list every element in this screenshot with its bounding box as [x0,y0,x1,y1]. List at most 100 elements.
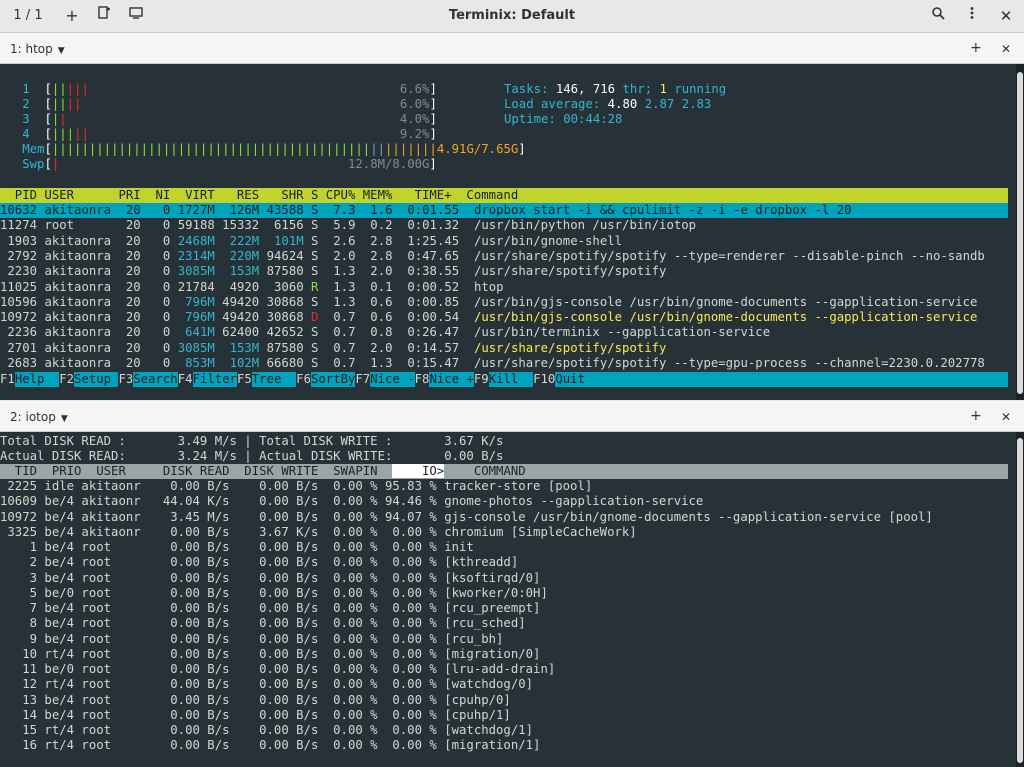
process-row[interactable]: 2701 akitaonra 20 0 3085M 153M 87580 S 0… [0,341,1008,356]
fkey-label[interactable]: Kill [488,372,534,387]
iotop-row[interactable]: 13 be/4 root 0.00 B/s 0.00 B/s 0.00 % 0.… [0,693,511,708]
fkey-label[interactable]: SortBy [310,372,356,387]
process-res: 49420 [222,310,260,325]
process-cpu: 1.3 [325,294,356,309]
fkey-f10[interactable]: F10 [533,372,555,387]
iotop-sort-column[interactable]: IO> [392,464,445,478]
process-pri: 20 [118,203,141,217]
scrollbar-thumb[interactable] [1017,72,1023,394]
process-shr: 66680 [266,356,304,370]
process-pri: 20 [118,356,141,370]
fkey-label[interactable]: Nice - [370,372,415,387]
cpu-meter-4: 4 [||||| 9.2%] [22,127,437,141]
iotop-row[interactable]: 10 rt/4 root 0.00 B/s 0.00 B/s 0.00 % 0.… [0,647,540,662]
pane-close-button[interactable]: ✕ [1001,410,1011,424]
process-virt: 1727M [177,203,215,217]
add-session-button[interactable]: + [62,6,82,26]
process-res: 49420 [222,294,260,309]
cpu-id: 1 [22,82,30,96]
process-cmd: /usr/share/spotify/spotify [473,264,667,279]
process-row[interactable]: 10596 akitaonra 20 0 796M 49420 30868 S … [0,295,1008,310]
fkey-f2[interactable]: F2 [59,372,74,387]
process-row[interactable]: 11025 akitaonra 20 0 21784 4920 3060 R 1… [0,280,1008,295]
iotop-table-header[interactable]: TID PRIO USER DISK READ DISK WRITE SWAPI… [0,464,1008,479]
pane-title-iotop[interactable]: 2: iotop ▼ [10,410,68,424]
sidebar-button[interactable] [126,6,146,26]
process-pri: 20 [118,294,141,309]
iotop-row[interactable]: 7 be/4 root 0.00 B/s 0.00 B/s 0.00 % 0.0… [0,601,541,616]
fkey-f1[interactable]: F1 [0,372,15,387]
iotop-row[interactable]: 14 be/4 root 0.00 B/s 0.00 B/s 0.00 % 0.… [0,708,511,723]
process-cmd: dropbox start -i && cpulimit -z -i -e dr… [473,203,852,217]
iotop-row[interactable]: 9 be/4 root 0.00 B/s 0.00 B/s 0.00 % 0.0… [0,632,504,647]
fkey-label[interactable]: Setup [74,372,119,387]
search-button[interactable] [928,6,948,26]
process-cmd: /usr/bin/gjs-console /usr/bin/gnome-docu… [473,294,978,309]
fkey-f7[interactable]: F7 [355,372,370,387]
close-window-button[interactable]: ✕ [996,6,1016,26]
iotop-row[interactable]: 10972 be/4 akitaonr 3.45 M/s 0.00 B/s 0.… [0,510,933,525]
process-row[interactable]: 2236 akitaonra 20 0 641M 62400 42652 S 0… [0,325,1008,340]
process-pid: 2236 [0,325,38,340]
fkey-f3[interactable]: F3 [118,372,133,387]
scrollbar-thumb[interactable] [1017,438,1023,763]
process-res: 153M [222,264,260,279]
menu-button[interactable] [962,6,982,26]
iotop-row[interactable]: 3325 be/4 akitaonr 0.00 B/s 3.67 K/s 0.0… [0,525,636,540]
process-row[interactable]: 2683 akitaonra 20 0 853M 102M 66680 S 0.… [0,356,1008,371]
process-row[interactable]: 10632 akitaonra 20 0 1727M 126M 43588 S … [0,203,1008,218]
pane-maximize-button[interactable]: + [970,40,982,56]
process-table-header[interactable]: PID USER PRI NI VIRT RES SHR S CPU% MEM%… [0,188,1008,203]
process-ni: 0 [148,203,171,217]
split-button[interactable] [94,6,114,26]
pane-close-button[interactable]: ✕ [1001,42,1011,56]
process-virt: 59188 [177,218,215,233]
tasks-summary: Tasks: 146, 716 thr; 1 running [504,82,727,96]
process-shr: 3060 [266,279,304,294]
fkey-label[interactable]: Search [133,372,178,387]
iotop-row[interactable]: 11 be/0 root 0.00 B/s 0.00 B/s 0.00 % 0.… [0,662,555,677]
iotop-row[interactable]: 1 be/4 root 0.00 B/s 0.00 B/s 0.00 % 0.0… [0,540,474,555]
scrollbar-iotop[interactable] [1016,432,1024,767]
fkey-f4[interactable]: F4 [178,372,193,387]
swp-value: 12.8M/8.00G [347,157,430,171]
iotop-row[interactable]: 8 be/4 root 0.00 B/s 0.00 B/s 0.00 % 0.0… [0,616,526,631]
fkey-f6[interactable]: F6 [296,372,311,387]
fkey-label[interactable]: Filter [192,372,237,387]
session-counter-button[interactable]: 1 / 1 [8,6,48,26]
iotop-row[interactable]: 16 rt/4 root 0.00 B/s 0.00 B/s 0.00 % 0.… [0,738,540,753]
process-cmd: /usr/bin/terminix --gapplication-service [473,325,771,340]
pane-title-htop[interactable]: 1: htop ▼ [10,42,65,56]
swap-meter: Swp[| 12.8M/8.00G] [22,157,437,171]
fkey-label[interactable]: Help [14,372,60,387]
iotop-row[interactable]: 3 be/4 root 0.00 B/s 0.00 B/s 0.00 % 0.0… [0,571,541,586]
fkey-label[interactable]: Tree [251,372,297,387]
process-shr: 94624 [266,248,304,263]
terminal-iotop[interactable]: Total DISK READ : 3.49 M/s | Total DISK … [0,432,1016,767]
process-row[interactable]: 11274 root 20 0 59188 15332 6156 S 5.9 0… [0,218,1008,233]
process-row[interactable]: 10972 akitaonra 20 0 796M 49420 30868 D … [0,310,1008,325]
iotop-row[interactable]: 12 rt/4 root 0.00 B/s 0.00 B/s 0.00 % 0.… [0,677,533,692]
scrollbar-htop[interactable] [1016,64,1024,400]
pane-maximize-button[interactable]: + [970,408,982,424]
fkey-label[interactable]: Nice + [429,372,474,387]
process-row[interactable]: 2230 akitaonra 20 0 3085M 153M 87580 S 1… [0,264,1008,279]
close-icon: ✕ [999,7,1013,25]
iotop-total-line: Total DISK READ : 3.49 M/s | Total DISK … [0,434,504,448]
fkey-f8[interactable]: F8 [415,372,430,387]
process-time: 0:26.47 [399,325,460,340]
iotop-row[interactable]: 15 rt/4 root 0.00 B/s 0.00 B/s 0.00 % 0.… [0,723,533,738]
cpu-meter-3: 3 [|| 4.0%] [22,112,437,126]
fkey-f5[interactable]: F5 [237,372,252,387]
iotop-row[interactable]: 2225 idle akitaonr 0.00 B/s 0.00 B/s 0.0… [0,479,592,494]
fkey-label[interactable]: Quit [555,372,1008,387]
iotop-row[interactable]: 2 be/4 root 0.00 B/s 0.00 B/s 0.00 % 0.0… [0,555,519,570]
process-row[interactable]: 1903 akitaonra 20 0 2468M 222M 101M S 2.… [0,234,1008,249]
mem-value: 4.91G/7.65G [436,142,519,156]
fkey-f9[interactable]: F9 [474,372,489,387]
iotop-row[interactable]: 5 be/0 root 0.00 B/s 0.00 B/s 0.00 % 0.0… [0,586,548,601]
iotop-row[interactable]: 10609 be/4 akitaonr 44.04 K/s 0.00 B/s 0… [0,494,703,509]
process-row[interactable]: 2792 akitaonra 20 0 2314M 220M 94624 S 2… [0,249,1008,264]
terminal-htop[interactable]: 1 [||||| 6.6%] 2 [|||| 6.0%] 3 [|| 4.0%]… [0,64,1016,400]
process-cmd: /usr/share/spotify/spotify --type=gpu-pr… [473,356,985,370]
